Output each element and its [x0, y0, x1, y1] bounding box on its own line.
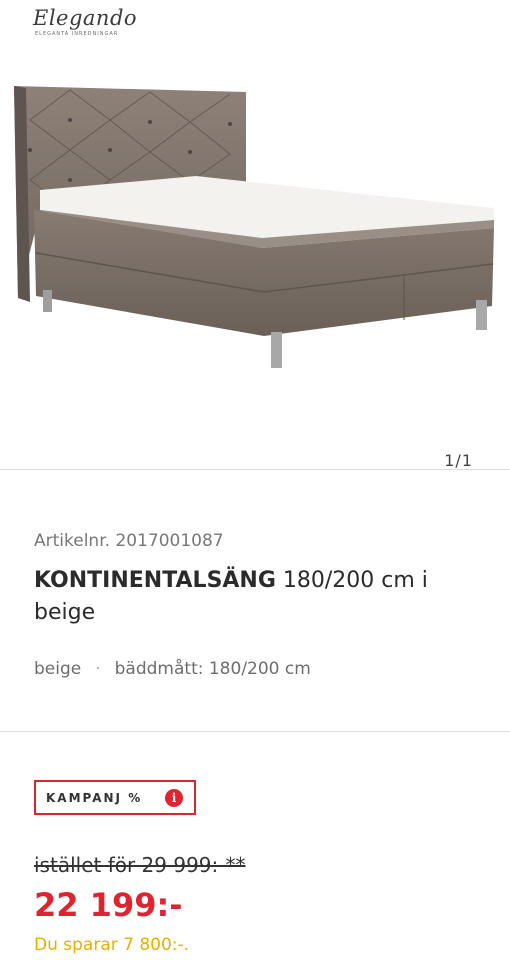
product-attributes: beige · bäddmått: 180/200 cm [34, 659, 311, 679]
attr-size: bäddmått: 180/200 cm [114, 659, 311, 679]
divider [0, 731, 510, 732]
current-price: 22 199:- [34, 886, 183, 924]
campaign-badge[interactable]: KAMPANJ % i [34, 780, 196, 815]
article-number: Artikelnr. 2017001087 [34, 531, 224, 551]
gallery-counter: 1/1 [444, 451, 473, 470]
old-price: istället för 29 999:-** [34, 853, 246, 877]
attr-separator: · [95, 659, 101, 679]
product-title-bold: KONTINENTALSÄNG [34, 568, 276, 593]
savings-text: Du sparar 7 800:-. [34, 935, 190, 955]
product-image[interactable] [0, 60, 510, 420]
product-title: KONTINENTALSÄNG 180/200 cm i beige [34, 565, 484, 629]
product-gallery[interactable]: Elegando ELEGANTA INREDNINGAR 1/1 [0, 0, 510, 470]
attr-color: beige [34, 659, 82, 679]
campaign-label: KAMPANJ % [46, 790, 143, 805]
divider [0, 469, 510, 470]
info-icon[interactable]: i [165, 789, 183, 807]
brand-tagline: ELEGANTA INREDNINGAR [35, 31, 119, 37]
brand-name: Elegando [33, 6, 138, 30]
brand-logo: Elegando ELEGANTA INREDNINGAR [33, 6, 137, 40]
